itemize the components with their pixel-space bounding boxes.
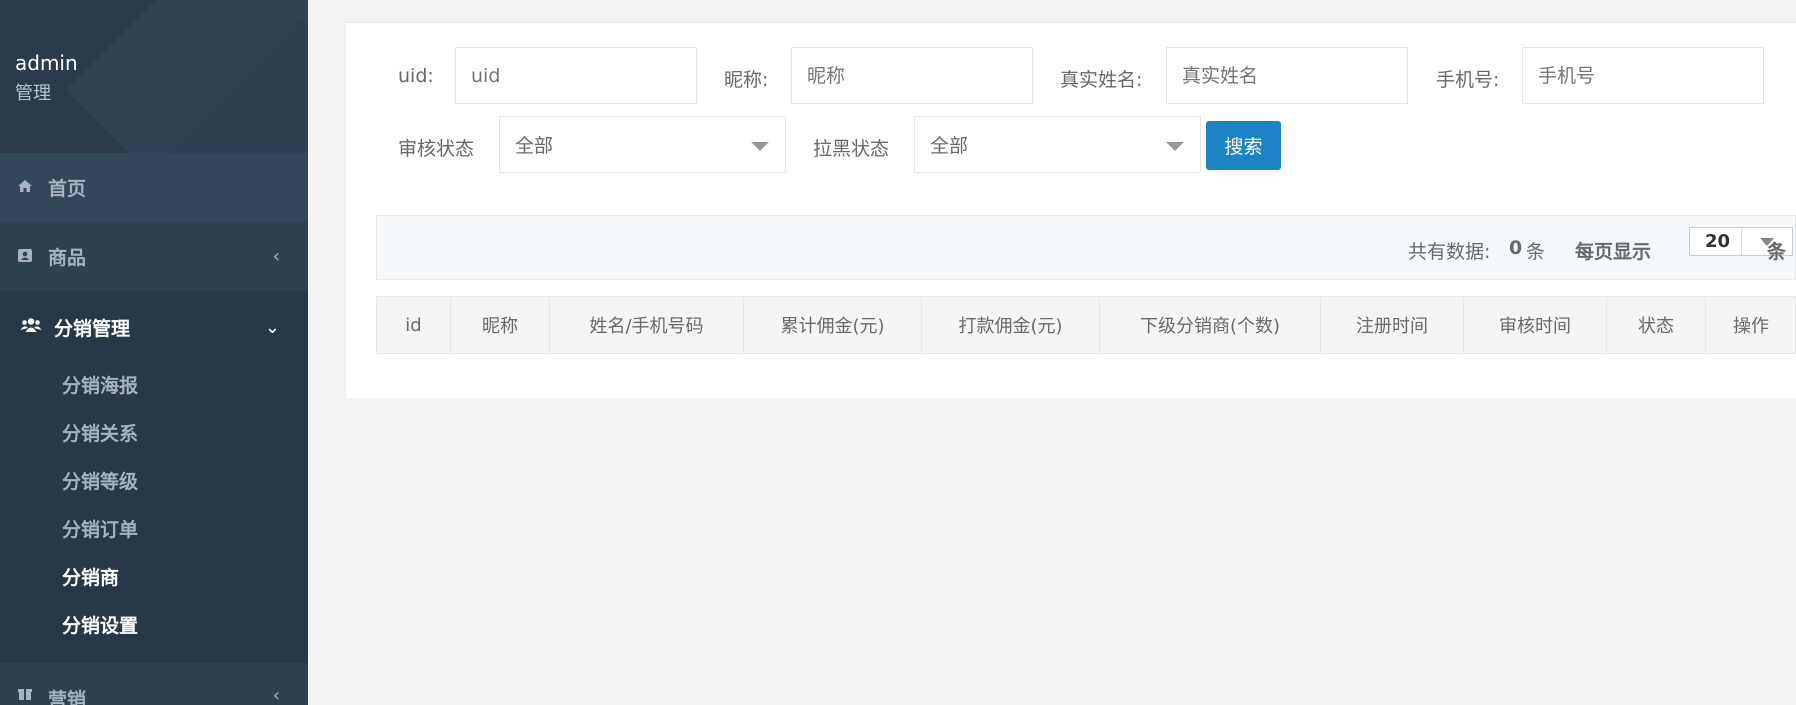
uid-label: uid:	[398, 65, 434, 87]
sidebar-item-label: 首页	[48, 178, 87, 200]
table-header-status[interactable]: 状态	[1607, 297, 1706, 353]
per-page-unit: 条	[1767, 241, 1787, 263]
sidebar-item-distribution[interactable]: 分销管理 ⌄	[0, 291, 308, 363]
sidebar-item-marketing[interactable]: 营销 ‹	[0, 663, 308, 705]
profile-header: admin 管理	[0, 0, 308, 153]
sidebar: admin 管理 首页 商品 ‹ 分销管理 ⌄ 分销海报 分销关系 分销等级 分…	[0, 0, 308, 705]
uid-input[interactable]	[455, 47, 697, 104]
phone-input[interactable]	[1522, 47, 1764, 104]
table-header-actions[interactable]: 操作	[1706, 297, 1796, 353]
distributor-table: id 昵称 姓名/手机号码 累计佣金(元) 打款佣金(元) 下级分销商(个数) …	[376, 296, 1796, 354]
chevron-left-icon: ‹	[272, 246, 280, 267]
realname-input[interactable]	[1166, 47, 1408, 104]
total-unit: 条	[1526, 241, 1546, 263]
blacklist-status-value: 全部	[930, 135, 969, 157]
chevron-down-icon	[1166, 142, 1184, 151]
user-name[interactable]: admin	[15, 51, 78, 75]
table-header-total-commission[interactable]: 累计佣金(元)	[744, 297, 922, 353]
chevron-down-icon: ⌄	[264, 316, 280, 338]
submenu-item-orders[interactable]: 分销订单	[62, 515, 138, 542]
submenu-item-distributor[interactable]: 分销商	[62, 563, 119, 590]
table-info-bar: 共有数据: 0 条 每页显示 20 条	[376, 215, 1796, 280]
audit-status-select[interactable]: 全部	[499, 116, 786, 173]
nickname-input[interactable]	[791, 47, 1033, 104]
sidebar-item-label: 商品	[48, 247, 87, 269]
nickname-label: 昵称:	[724, 69, 769, 91]
total-label: 共有数据:	[1408, 241, 1491, 263]
table-header-register-time[interactable]: 注册时间	[1321, 297, 1464, 353]
gift-icon	[14, 685, 36, 705]
sidebar-item-label: 营销	[48, 689, 87, 705]
table-header-name-phone[interactable]: 姓名/手机号码	[550, 297, 744, 353]
home-icon	[14, 178, 36, 197]
total-count: 0	[1509, 237, 1523, 259]
audit-status-label: 审核状态	[398, 138, 475, 160]
sidebar-item-home[interactable]: 首页	[0, 153, 308, 222]
submenu-distribution: 分销海报 分销关系 分销等级 分销订单 分销商 分销设置	[0, 363, 308, 663]
blacklist-status-label: 拉黑状态	[813, 138, 890, 160]
user-role: 管理	[15, 83, 51, 104]
table-header-paid-commission[interactable]: 打款佣金(元)	[922, 297, 1100, 353]
table-header-id[interactable]: id	[377, 297, 451, 353]
realname-label: 真实姓名:	[1060, 69, 1143, 91]
submenu-item-level[interactable]: 分销等级	[62, 467, 138, 494]
id-card-icon	[14, 247, 36, 267]
table-header-audit-time[interactable]: 审核时间	[1464, 297, 1607, 353]
content-panel: uid: 昵称: 真实姓名: 手机号: 审核状态 全部 拉黑状态 全部 搜索 共…	[346, 22, 1796, 398]
per-page-label: 每页显示	[1575, 241, 1652, 263]
chevron-down-icon	[751, 142, 769, 151]
sidebar-item-goods[interactable]: 商品 ‹	[0, 222, 308, 291]
submenu-item-poster[interactable]: 分销海报	[62, 371, 138, 398]
table-header-sub-distributors[interactable]: 下级分销商(个数)	[1100, 297, 1321, 353]
users-icon	[20, 317, 42, 337]
chevron-left-icon: ‹	[272, 685, 280, 705]
phone-label: 手机号:	[1436, 69, 1500, 91]
sidebar-item-label: 分销管理	[54, 317, 131, 340]
divider	[1741, 228, 1742, 255]
submenu-item-relation[interactable]: 分销关系	[62, 419, 138, 446]
table-header-nickname[interactable]: 昵称	[451, 297, 550, 353]
per-page-value: 20	[1705, 231, 1731, 252]
search-button[interactable]: 搜索	[1206, 121, 1281, 170]
submenu-item-settings[interactable]: 分销设置	[62, 611, 138, 638]
blacklist-status-select[interactable]: 全部	[914, 116, 1201, 173]
audit-status-value: 全部	[515, 135, 554, 157]
